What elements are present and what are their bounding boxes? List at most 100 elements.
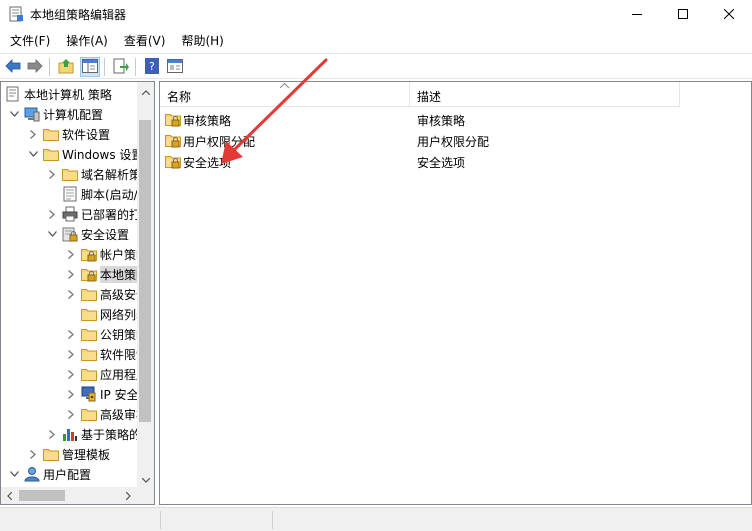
export-list-button[interactable]	[111, 57, 131, 77]
list-item-description: 安全选项	[417, 156, 466, 170]
scroll-right-arrow[interactable]	[120, 487, 137, 504]
list-item-name: 用户权限分配	[183, 135, 256, 149]
menu-file[interactable]: 文件(F)	[2, 29, 58, 51]
up-folder-icon	[58, 58, 74, 77]
scroll-down-arrow[interactable]	[137, 470, 154, 487]
tree-item[interactable]: 公钥策略	[64, 324, 148, 344]
printer-icon	[62, 206, 78, 222]
chevron-down-icon[interactable]	[7, 107, 21, 121]
tree-item[interactable]: 本地策略	[64, 264, 149, 284]
scroll-up-arrow[interactable]	[137, 82, 154, 99]
list-item[interactable]: 用户权限分配 用户权限分配	[160, 130, 680, 151]
chevron-right-icon[interactable]	[26, 127, 40, 141]
scroll-corner	[137, 487, 154, 504]
locked-folder-icon	[165, 132, 181, 148]
menu-bar: 文件(F) 操作(A) 查看(V) 帮助(H)	[0, 29, 752, 51]
toolbar-separator	[135, 58, 136, 76]
folder-icon	[43, 126, 59, 142]
tree-item[interactable]: 本地计算机 策略	[5, 84, 112, 104]
tree-item-label: 本地计算机 策略	[24, 87, 112, 102]
chevron-right-icon[interactable]	[45, 167, 59, 181]
chevron-right-icon[interactable]	[45, 207, 59, 221]
chevron-right-icon[interactable]	[64, 267, 78, 281]
script-icon	[62, 186, 78, 202]
chevron-right-icon[interactable]	[26, 447, 40, 461]
toolbar-separator	[49, 58, 50, 76]
tree-item[interactable]: 计算机配置	[7, 104, 103, 124]
scroll-thumb[interactable]	[19, 490, 65, 501]
tree-item[interactable]: 管理模板	[26, 444, 110, 464]
scroll-thumb[interactable]	[139, 120, 151, 422]
show-hide-tree-button[interactable]	[80, 57, 100, 77]
chevron-right-icon[interactable]	[64, 367, 78, 381]
forward-button[interactable]	[25, 57, 45, 77]
list-header: 名称 描述	[160, 82, 680, 107]
folder-icon	[81, 326, 97, 342]
locked-folder-icon	[81, 266, 97, 282]
chevron-right-icon[interactable]	[64, 387, 78, 401]
back-button[interactable]	[3, 57, 23, 77]
tree-expander-spacer	[64, 307, 78, 321]
policy-editor-icon	[8, 6, 24, 22]
toolbar-separator	[104, 58, 105, 76]
list-item-name: 安全选项	[183, 156, 232, 170]
minimize-button[interactable]	[614, 0, 660, 28]
status-segment	[272, 511, 273, 529]
folder-icon	[81, 286, 97, 302]
status-segment	[160, 511, 161, 529]
folder-icon	[43, 146, 59, 162]
chevron-down-icon[interactable]	[26, 147, 40, 161]
tree-item-label: 用户配置	[43, 467, 92, 482]
chevron-up-icon	[141, 84, 150, 98]
properties-button[interactable]	[165, 57, 185, 77]
maximize-button[interactable]	[660, 0, 706, 28]
tree-item[interactable]: 用户配置	[7, 464, 91, 484]
column-header-description[interactable]: 描述	[410, 82, 680, 107]
chevron-right-icon[interactable]	[45, 427, 59, 441]
chevron-right-icon[interactable]	[64, 347, 78, 361]
toolbar: ?	[0, 53, 752, 79]
svg-text:?: ?	[149, 60, 155, 73]
tree-item-label: 软件设置	[62, 127, 111, 142]
bar-chart-icon	[62, 426, 78, 442]
tree-horizontal-scrollbar[interactable]	[1, 487, 137, 504]
locked-folder-icon	[165, 153, 181, 169]
help-button[interactable]: ?	[142, 57, 162, 77]
menu-help[interactable]: 帮助(H)	[173, 29, 231, 51]
tree-item-label: Windows 设置	[62, 147, 144, 162]
tree-item[interactable]: 帐户策略	[64, 244, 148, 264]
chevron-right-icon[interactable]	[64, 327, 78, 341]
close-icon	[724, 9, 734, 19]
up-one-level-button[interactable]	[56, 57, 76, 77]
forward-arrow-icon	[27, 58, 43, 76]
back-arrow-icon	[5, 58, 21, 76]
list-item[interactable]: 审核策略 审核策略	[160, 109, 680, 130]
tree-item-label: 计算机配置	[43, 107, 104, 122]
close-button[interactable]	[706, 0, 752, 28]
tree-item[interactable]: Windows 设置	[26, 144, 143, 164]
locked-folder-icon	[165, 111, 181, 127]
list-item-name: 审核策略	[183, 114, 232, 128]
menu-action[interactable]: 操作(A)	[58, 29, 116, 51]
computer-policy-icon	[5, 86, 21, 102]
chevron-down-icon[interactable]	[7, 467, 21, 481]
chevron-down-icon[interactable]	[45, 227, 59, 241]
list-item[interactable]: 安全选项 安全选项	[160, 151, 680, 172]
export-list-icon	[113, 58, 129, 77]
maximize-icon	[678, 9, 688, 19]
chevron-right-icon[interactable]	[64, 247, 78, 261]
details-pane[interactable]: 名称 描述 审核策略 审核策略用户权限分配 用户权限分配安全选项 安全选项	[159, 81, 752, 505]
list-item-description: 审核策略	[417, 114, 466, 128]
locked-folder-icon	[81, 246, 97, 262]
tree-item[interactable]: 软件设置	[26, 124, 110, 144]
chevron-right-icon[interactable]	[64, 407, 78, 421]
menu-view[interactable]: 查看(V)	[116, 29, 174, 51]
chevron-down-icon	[141, 472, 150, 486]
security-settings-icon	[62, 226, 78, 242]
folder-icon	[62, 166, 78, 182]
chevron-right-icon[interactable]	[64, 287, 78, 301]
scroll-left-arrow[interactable]	[1, 487, 18, 504]
tree-vertical-scrollbar[interactable]	[137, 82, 154, 487]
tree-item[interactable]: 安全设置	[45, 224, 129, 244]
console-tree-pane[interactable]: 本地计算机 策略计算机配置软件设置Windows 设置域名解析策略脚本(启动/关…	[0, 81, 155, 505]
